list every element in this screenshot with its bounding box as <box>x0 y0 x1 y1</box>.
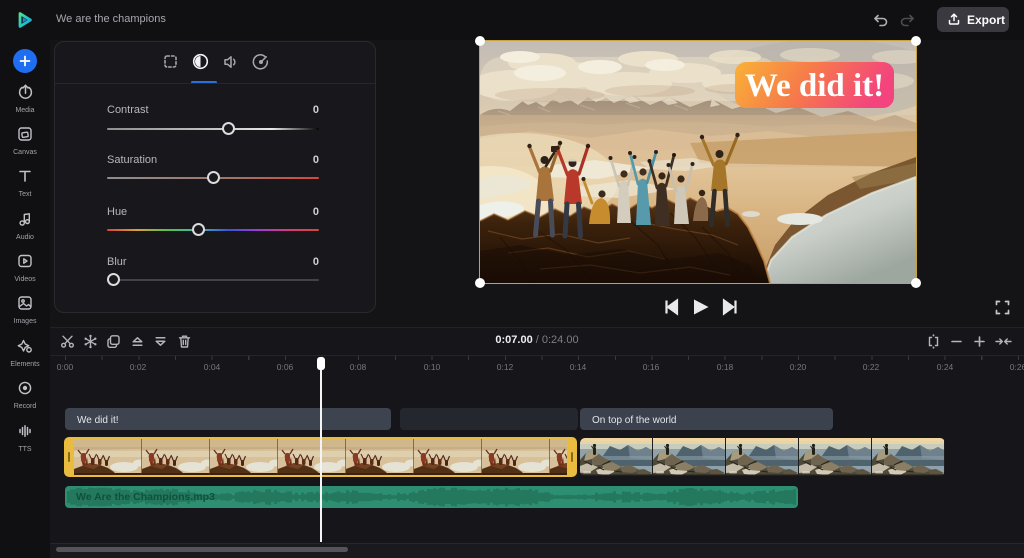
svg-text:We did it!: We did it! <box>745 68 884 104</box>
